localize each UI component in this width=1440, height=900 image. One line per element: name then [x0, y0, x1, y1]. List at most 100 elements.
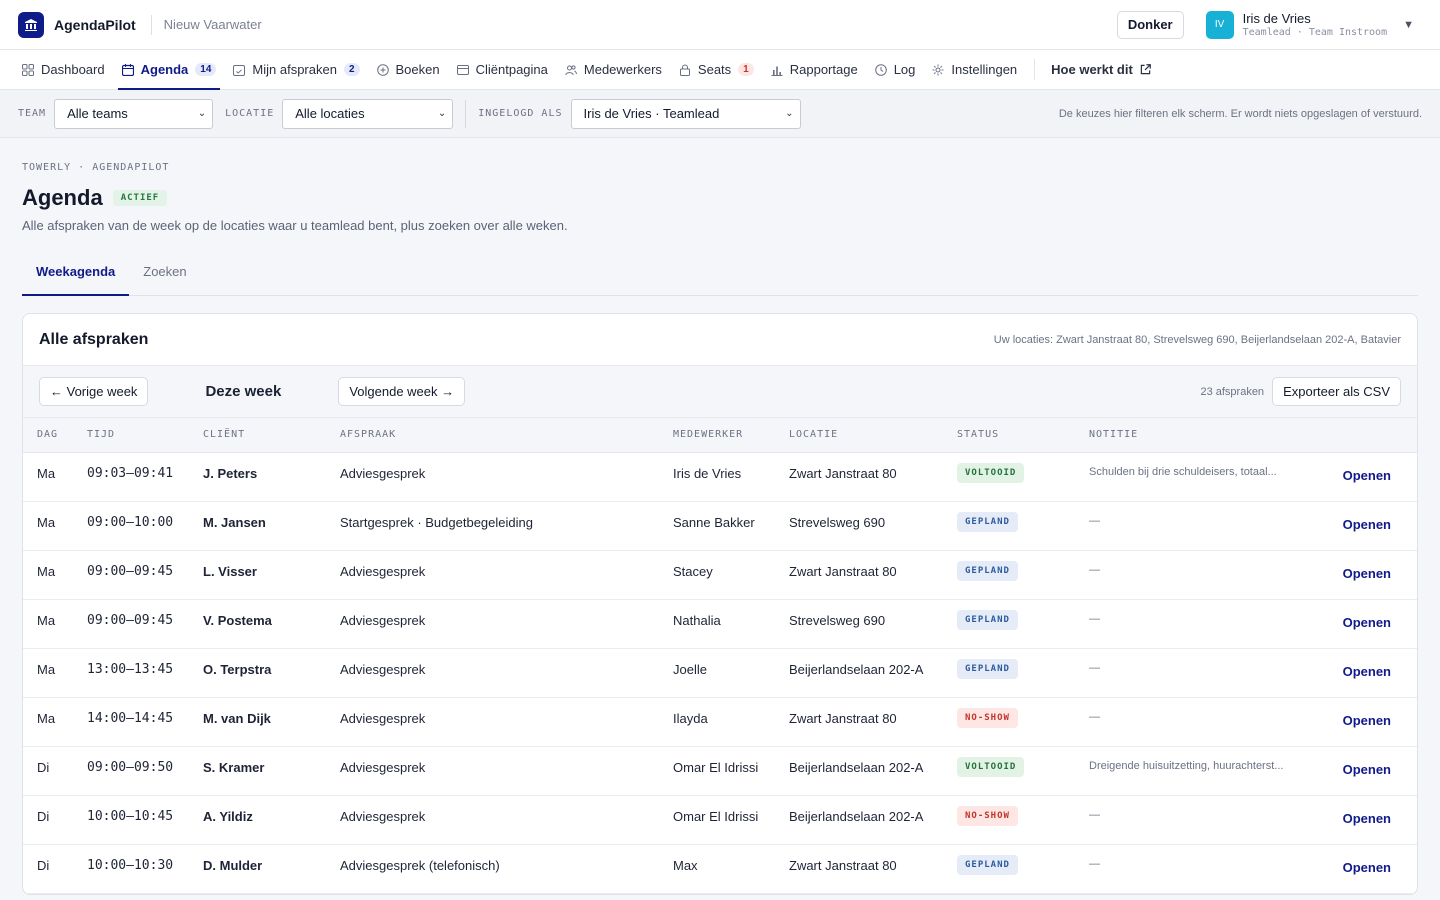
open-appointment-link[interactable]: Openen: [1343, 659, 1391, 679]
cell-location: Strevelsweg 690: [789, 501, 957, 551]
nav-item-instellingen[interactable]: Instellingen: [924, 50, 1025, 89]
open-appointment-link[interactable]: Openen: [1343, 610, 1391, 630]
page-title: Agenda: [22, 185, 103, 210]
gear-icon: [932, 64, 944, 75]
appointments-table: DAG TIJD CLIËNT AFSPRAAK MEDEWERKER LOCA…: [23, 418, 1417, 894]
column-header-client[interactable]: CLIËNT: [203, 418, 340, 453]
nav-item-agenda[interactable]: Agenda 14: [114, 50, 225, 90]
cell-note: Dreigende huisuitzetting, huurachterst..…: [1089, 746, 1329, 796]
status-pill: NO-SHOW: [957, 805, 1018, 826]
status-pill: GEPLAND: [957, 511, 1018, 532]
nav-item-log[interactable]: Log: [867, 50, 924, 89]
nav-item-mijn-afspraken[interactable]: Mijn afspraken 2: [225, 50, 367, 89]
status-pill: GEPLAND: [957, 609, 1018, 630]
cell-location: Zwart Janstraat 80: [789, 550, 957, 600]
cell-location: Zwart Janstraat 80: [789, 452, 957, 502]
cell-day: Di: [23, 746, 87, 796]
cell-status: GEPLAND: [957, 550, 1089, 600]
cell-employee: Nathalia: [673, 599, 789, 649]
cell-status: NO-SHOW: [957, 697, 1089, 747]
export-csv-button[interactable]: Exporteer als CSV: [1272, 377, 1401, 406]
cell-status: GEPLAND: [957, 599, 1089, 649]
open-appointment-link[interactable]: Openen: [1343, 708, 1391, 728]
nav-item-seats[interactable]: Seats 1: [671, 50, 762, 89]
column-header-day[interactable]: DAG: [23, 418, 87, 453]
column-header-status[interactable]: STATUS: [957, 418, 1089, 453]
login-as-select-value: Iris de Vries · Teamlead: [583, 106, 720, 121]
login-as-select[interactable]: Iris de Vries · Teamlead ⌄: [570, 98, 801, 129]
nav-item-clientpagina[interactable]: Cliëntpagina: [449, 50, 556, 89]
tab-zoeken[interactable]: Zoeken: [129, 259, 200, 295]
nav-label: Boeken: [395, 62, 440, 77]
column-header-employee[interactable]: MEDEWERKER: [673, 418, 789, 453]
count-badge: 14: [195, 63, 217, 76]
cell-note: —: [1089, 795, 1329, 845]
previous-week-button[interactable]: ← Vorige week: [39, 377, 149, 406]
open-appointment-link[interactable]: Openen: [1343, 855, 1391, 875]
table-row[interactable]: Ma 13:00–13:45 O. Terpstra Adviesgesprek Joe…: [23, 648, 1417, 698]
cell-employee: Joelle: [673, 648, 789, 698]
nav-item-dashboard[interactable]: Dashboard: [14, 50, 113, 89]
main-content: TOWERLY · AGENDAPILOT Agenda ACTIEF Alle…: [0, 138, 1440, 895]
location-select[interactable]: Alle locaties ⌄: [282, 98, 454, 129]
tab-weekagenda[interactable]: Weekagenda: [22, 259, 130, 296]
nav-item-boeken[interactable]: Boeken: [369, 50, 448, 89]
column-header-note[interactable]: NOTITIE: [1089, 418, 1329, 453]
nav-label: Seats: [697, 62, 732, 77]
nav-item-medewerkers[interactable]: Medewerkers: [557, 50, 670, 89]
appointments-card: Alle afspraken Uw locaties: Zwart Janstr…: [22, 313, 1418, 895]
open-appointment-link[interactable]: Openen: [1343, 757, 1391, 777]
caret-down-icon[interactable]: ▼: [1403, 19, 1414, 31]
cell-note: —: [1089, 550, 1329, 600]
cell-client: O. Terpstra: [203, 648, 340, 698]
table-row[interactable]: Ma 09:03–09:41 J. Peters Adviesgesprek Iris …: [23, 452, 1417, 502]
table-row[interactable]: Ma 09:00–09:45 V. Postema Adviesgesprek Nath…: [23, 599, 1417, 649]
top-bar: AgendaPilot Nieuw Vaarwater Donker IV Ir…: [0, 0, 1440, 50]
plus-circle-icon: [376, 63, 389, 76]
table-row[interactable]: Ma 09:00–09:45 L. Visser Adviesgesprek Stace…: [23, 550, 1417, 600]
chevron-down-icon: ⌄: [437, 108, 447, 119]
cell-actions: Openen: [1329, 746, 1417, 796]
table-row[interactable]: Ma 09:00–10:00 M. Jansen Startgesprek · Bud…: [23, 501, 1417, 551]
next-week-button[interactable]: Volgende week →: [338, 377, 466, 406]
column-header-location[interactable]: LOCATIE: [789, 418, 957, 453]
nav-item-rapportage[interactable]: Rapportage: [763, 50, 866, 89]
user-menu[interactable]: IV Iris de Vries Teamlead · Team Instroo…: [1205, 10, 1422, 39]
team-select-value: Alle teams: [67, 106, 128, 121]
cell-client: S. Kramer: [203, 746, 340, 796]
calendar-icon: [121, 63, 134, 76]
cell-day: Di: [23, 844, 87, 894]
open-appointment-link[interactable]: Openen: [1343, 806, 1391, 826]
cell-time: 09:00–09:45: [87, 550, 203, 600]
open-appointment-link[interactable]: Openen: [1343, 463, 1391, 483]
column-header-time[interactable]: TIJD: [87, 418, 203, 453]
table-row[interactable]: Di 10:00–10:30 D. Mulder Adviesgesprek (tel…: [23, 844, 1417, 894]
open-appointment-link[interactable]: Openen: [1343, 512, 1391, 532]
breadcrumb: TOWERLY · AGENDAPILOT: [22, 162, 170, 173]
app-logo-icon[interactable]: [18, 11, 44, 38]
cell-employee: Stacey: [673, 550, 789, 600]
nav-label: Rapportage: [789, 62, 858, 77]
current-week-label: Deze week: [205, 383, 282, 400]
table-row[interactable]: Di 09:00–09:50 S. Kramer Adviesgesprek Omar …: [23, 746, 1417, 796]
page-subtitle: Alle afspraken van de week op de locatie…: [22, 218, 568, 233]
cell-actions: Openen: [1329, 452, 1417, 502]
cell-time: 09:00–09:45: [87, 599, 203, 649]
organization-name: Nieuw Vaarwater: [163, 17, 262, 32]
cell-time: 09:00–10:00: [87, 501, 203, 551]
cell-client: D. Mulder: [203, 844, 340, 894]
dark-mode-button[interactable]: Donker: [1116, 10, 1184, 39]
column-header-appointment[interactable]: AFSPRAAK: [340, 418, 673, 453]
team-select[interactable]: Alle teams ⌄: [54, 98, 214, 129]
open-appointment-link[interactable]: Openen: [1343, 561, 1391, 581]
nav-label: Log: [893, 62, 916, 77]
nav-item-help[interactable]: Hoe werkt dit: [1043, 50, 1159, 89]
team-filter-label: TEAM: [18, 108, 47, 119]
table-row[interactable]: Di 10:00–10:45 A. Yildiz Adviesgesprek Omar …: [23, 795, 1417, 845]
alert-badge: 1: [738, 63, 754, 76]
cell-appointment: Adviesgesprek: [340, 599, 673, 649]
cell-appointment: Adviesgesprek: [340, 795, 673, 845]
cell-client: J. Peters: [203, 452, 340, 502]
cell-time: 10:00–10:45: [87, 795, 203, 845]
table-row[interactable]: Ma 14:00–14:45 M. van Dijk Adviesgesprek Ila…: [23, 697, 1417, 747]
